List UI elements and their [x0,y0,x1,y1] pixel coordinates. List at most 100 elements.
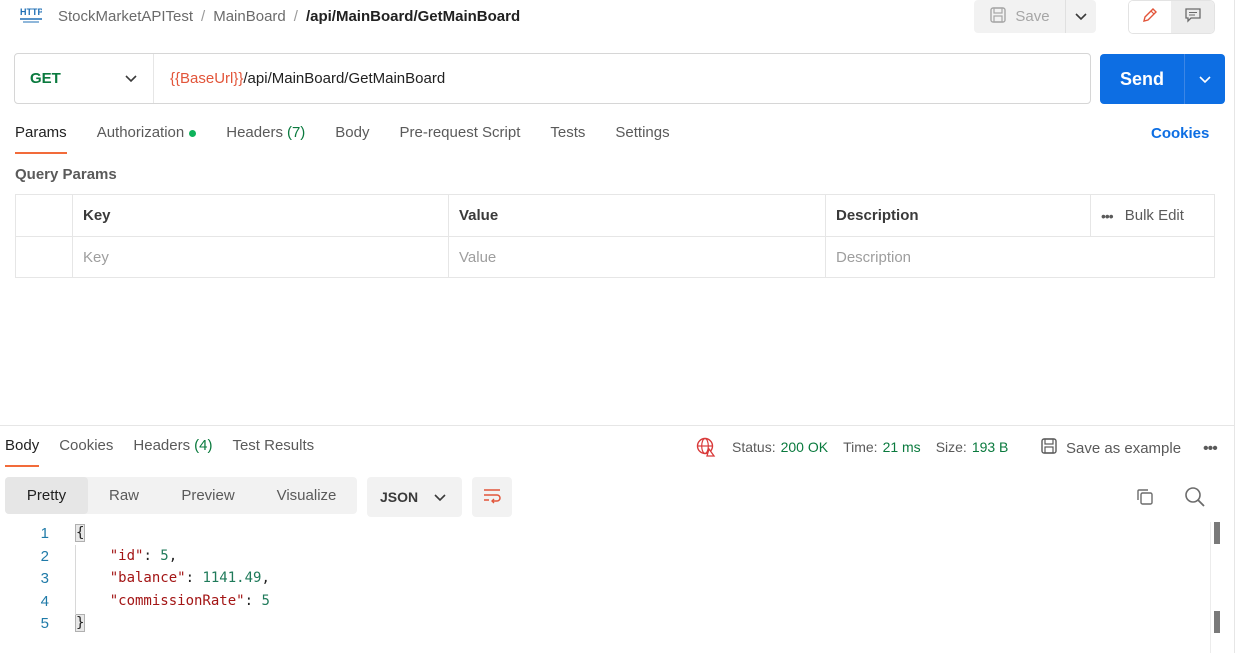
tab-settings[interactable]: Settings [615,124,669,154]
description-input[interactable]: Description [826,237,1214,277]
line-number: 4 [40,592,49,610]
request-url-bar: GET {{BaseUrl}}/api/MainBoard/GetMainBoa… [14,53,1091,104]
more-options-icon[interactable]: ••• [1203,440,1218,458]
response-body-code[interactable]: 1 { 2 "id": 5, 3 "balance": 1141.49, 4 "… [0,522,1210,653]
close-brace: } [74,614,86,632]
view-visualize[interactable]: Visualize [256,477,357,514]
response-headers-count: (4) [194,437,213,454]
code-line: 4 "commissionRate": 5 [0,590,270,612]
json-key: "commissionRate" [109,593,245,609]
column-header-key: Key [73,195,449,236]
scrollbar-thumb[interactable] [1214,522,1220,544]
json-value: 1141.49 [202,570,262,586]
request-tabs: Params Authorization Headers (7) Body Pre… [15,124,700,154]
response-tabs: Body Cookies Headers (4) Test Results [5,437,334,467]
json-key: "balance" [109,570,186,586]
save-icon [989,6,1007,28]
format-label: JSON [380,489,419,505]
save-as-example-button[interactable]: Save as example [1040,437,1181,459]
query-params-table: Key Value Description ••• Bulk Edit Key … [15,194,1215,278]
wrap-lines-button[interactable] [472,477,512,517]
url-path: /api/MainBoard/GetMainBoard [243,70,446,87]
row-checkbox-cell [16,237,73,277]
tab-body[interactable]: Body [335,124,369,154]
send-button[interactable]: Send [1100,54,1184,104]
method-label: GET [30,70,61,87]
url-input[interactable]: {{BaseUrl}}/api/MainBoard/GetMainBoard [154,70,445,87]
time-indicator[interactable]: Time: 21 ms [843,439,921,455]
table-row: Key Value Description [16,237,1214,277]
json-value: 5 [160,548,169,564]
view-pretty[interactable]: Pretty [5,477,88,514]
scrollbar-marker [1214,611,1220,633]
breadcrumb-request[interactable]: /api/MainBoard/GetMainBoard [306,8,520,25]
tab-response-cookies[interactable]: Cookies [59,437,113,467]
view-raw[interactable]: Raw [88,477,160,514]
send-options-button[interactable] [1184,54,1225,104]
status-indicator[interactable]: Status: 200 OK [732,439,828,455]
auth-status-dot [189,130,197,137]
code-line: 2 "id": 5, [0,545,178,567]
view-preview[interactable]: Preview [160,477,256,514]
url-variable: {{BaseUrl}} [170,70,244,87]
format-select[interactable]: JSON [367,477,462,517]
wrap-lines-icon [482,486,502,508]
save-button[interactable]: Save [974,0,1066,33]
key-input[interactable]: Key [73,237,449,277]
open-brace: { [74,524,86,542]
breadcrumb-separator: / [201,7,206,25]
chevron-down-icon [125,70,137,87]
tab-response-body[interactable]: Body [5,437,40,467]
network-globe-icon[interactable] [696,437,716,457]
breadcrumb-folder[interactable]: MainBoard [213,8,286,25]
save-icon [1040,437,1058,459]
side-panel-toggle [1128,0,1215,34]
comments-button[interactable] [1171,1,1214,33]
breadcrumb-collection[interactable]: StockMarketAPITest [58,8,193,25]
tab-tests[interactable]: Tests [550,124,585,154]
code-line: 3 "balance": 1141.49, [0,567,270,589]
more-options-icon[interactable]: ••• [1101,208,1114,224]
response-meta: Status: 200 OK Time: 21 ms Size: 193 B [696,437,1023,457]
tab-authorization[interactable]: Authorization [97,124,197,154]
send-button-group: Send [1100,54,1225,104]
time-value: 21 ms [882,439,921,455]
copy-icon[interactable] [1135,487,1155,507]
cookies-link[interactable]: Cookies [1151,125,1209,142]
http-icon: HTTP [20,4,44,24]
line-number: 3 [40,569,49,587]
chevron-down-icon [1199,71,1211,88]
method-select[interactable]: GET [15,54,154,103]
chevron-down-icon [434,489,446,505]
table-header-row: Key Value Description ••• Bulk Edit [16,195,1214,237]
tab-test-results[interactable]: Test Results [232,437,314,467]
code-line: 5 } [0,612,86,634]
search-icon[interactable] [1184,486,1206,508]
tab-params[interactable]: Params [15,124,67,154]
save-label: Save [1015,8,1050,25]
tab-headers[interactable]: Headers (7) [226,124,305,154]
save-button-group: Save [974,0,1096,33]
panel-border [1234,0,1235,653]
view-mode-segmented: Pretty Raw Preview Visualize [5,477,357,514]
tab-prerequest-script[interactable]: Pre-request Script [400,124,521,154]
headers-count: (7) [286,124,306,141]
bulk-edit-button[interactable]: Bulk Edit [1125,207,1184,224]
svg-text:HTTP: HTTP [20,7,42,17]
save-options-button[interactable] [1066,0,1096,33]
line-number: 2 [40,547,49,565]
checkbox-column [16,195,73,236]
indent-guide [75,545,76,615]
response-divider[interactable] [0,425,1235,426]
size-indicator[interactable]: Size: 193 B [936,439,1009,455]
edit-button[interactable] [1129,1,1172,33]
breadcrumb-separator: / [293,7,298,25]
value-input[interactable]: Value [449,237,826,277]
chevron-down-icon [1075,8,1087,25]
tab-response-headers[interactable]: Headers (4) [133,437,212,467]
column-header-value: Value [449,195,826,236]
json-key: "id" [109,548,144,564]
json-value: 5 [261,593,270,609]
comment-icon [1184,6,1202,28]
bulk-edit-area: ••• Bulk Edit [1091,195,1214,236]
